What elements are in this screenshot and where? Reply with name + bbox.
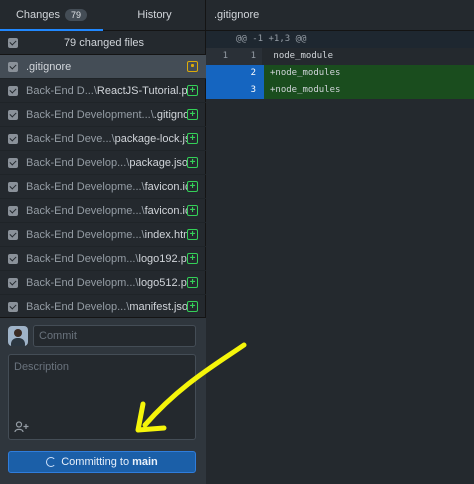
- file-checkbox[interactable]: [8, 85, 18, 96]
- file-row[interactable]: Back-End D...\ReactJS-Tutorial.png +: [0, 79, 206, 103]
- commit-description-placeholder: Description: [14, 361, 70, 373]
- changed-files-header: 79 changed files: [0, 31, 206, 55]
- sync-spinner-icon: [46, 457, 57, 467]
- new-line-number: 3: [234, 82, 262, 99]
- file-checkbox[interactable]: [8, 157, 18, 168]
- file-path: Back-End Developme...\favicon.ico: [26, 180, 187, 193]
- diff-line[interactable]: 2 +node_modules: [206, 65, 474, 82]
- file-row[interactable]: Back-End Developme...\favicon.ico +: [0, 175, 206, 199]
- file-checkbox[interactable]: [8, 301, 18, 312]
- new-line-number: 2: [234, 65, 262, 82]
- file-checkbox[interactable]: [8, 133, 18, 144]
- add-coauthor-icon[interactable]: [14, 421, 30, 433]
- diff-line-text: +node_modules: [262, 65, 474, 82]
- file-checkbox[interactable]: [8, 205, 18, 216]
- modified-status-icon: [187, 61, 198, 72]
- file-row[interactable]: Back-End Developm...\logo192.png +: [0, 247, 206, 271]
- diff-file-header: .gitignore: [206, 0, 474, 31]
- tab-history-label: History: [137, 9, 172, 21]
- diff-line-text: node_module: [268, 51, 334, 61]
- commit-summary-input[interactable]: Commit: [33, 325, 196, 347]
- file-row[interactable]: Back-End Developm...\logo512.png +: [0, 271, 206, 295]
- commit-button[interactable]: Committing to main: [8, 451, 196, 473]
- file-path: Back-End D...\ReactJS-Tutorial.png: [26, 84, 187, 97]
- added-status-icon: +: [187, 133, 198, 144]
- added-status-icon: +: [187, 109, 198, 120]
- file-path: Back-End Development...\.gitignore: [26, 108, 187, 121]
- commit-panel: Commit Description Committing to main: [0, 317, 206, 484]
- file-path: .gitignore: [26, 60, 72, 73]
- commit-button-label: Committing to: [61, 456, 130, 468]
- commit-description-field[interactable]: Description: [8, 354, 196, 440]
- changes-count-badge: 79: [65, 9, 88, 21]
- file-path: Back-End Develop...\manifest.json: [26, 300, 187, 313]
- file-checkbox[interactable]: [8, 229, 18, 240]
- diff-line-text: +node_modules: [262, 82, 474, 99]
- commit-branch-name: main: [132, 456, 158, 468]
- changes-sidebar: Changes 79 History 79 changed files .git…: [0, 0, 206, 484]
- file-path: Back-End Deve...\package-lock.json: [26, 132, 187, 145]
- file-row[interactable]: Back-End Develop...\manifest.json +: [0, 295, 206, 319]
- file-path: Back-End Developm...\logo512.png: [26, 276, 187, 289]
- file-row[interactable]: Back-End Deve...\package-lock.json +: [0, 127, 206, 151]
- avatar: [8, 326, 28, 346]
- added-status-icon: +: [187, 229, 198, 240]
- diff-line[interactable]: 3 +node_modules: [206, 82, 474, 99]
- file-checkbox[interactable]: [8, 181, 18, 192]
- sidebar-tabs: Changes 79 History: [0, 0, 206, 31]
- file-row[interactable]: Back-End Developme...\index.html +: [0, 223, 206, 247]
- tab-history[interactable]: History: [103, 0, 206, 30]
- file-path: Back-End Develop...\package.json: [26, 156, 187, 169]
- diff-line[interactable]: 1 1 node_module: [206, 48, 474, 65]
- commit-summary-placeholder: Commit: [39, 330, 77, 342]
- old-line-number: [206, 82, 234, 99]
- added-status-icon: +: [187, 181, 198, 192]
- added-status-icon: +: [187, 277, 198, 288]
- new-line-number: 1: [234, 48, 262, 65]
- added-status-icon: +: [187, 253, 198, 264]
- select-all-checkbox[interactable]: [8, 37, 18, 48]
- file-row[interactable]: Back-End Developme...\favicon.ico +: [0, 199, 206, 223]
- added-status-icon: +: [187, 301, 198, 312]
- changed-files-count: 79 changed files: [63, 36, 145, 49]
- file-checkbox[interactable]: [8, 253, 18, 264]
- file-checkbox[interactable]: [8, 277, 18, 288]
- file-path: Back-End Developm...\logo192.png: [26, 252, 187, 265]
- diff-panel: .gitignore @@ -1 +1,3 @@ 1 1 node_module…: [206, 0, 474, 484]
- added-status-icon: +: [187, 205, 198, 216]
- file-row[interactable]: Back-End Develop...\package.json +: [0, 151, 206, 175]
- file-row[interactable]: .gitignore: [0, 55, 206, 79]
- changed-files-list: .gitignore Back-End D...\ReactJS-Tutoria…: [0, 55, 206, 319]
- file-path: Back-End Developme...\favicon.ico: [26, 204, 187, 217]
- diff-file-name: .gitignore: [214, 9, 260, 21]
- added-status-icon: +: [187, 157, 198, 168]
- diff-hunk-header: @@ -1 +1,3 @@: [206, 31, 474, 48]
- hunk-header-text: @@ -1 +1,3 @@: [236, 34, 307, 44]
- diff-view: @@ -1 +1,3 @@ 1 1 node_module 2 +node_mo…: [206, 31, 474, 99]
- tab-changes-label: Changes: [15, 9, 61, 21]
- tab-changes[interactable]: Changes 79: [0, 0, 103, 31]
- file-row[interactable]: Back-End Development...\.gitignore +: [0, 103, 206, 127]
- old-line-number: [206, 65, 234, 82]
- file-checkbox[interactable]: [8, 109, 18, 120]
- added-status-icon: +: [187, 85, 198, 96]
- file-checkbox[interactable]: [8, 61, 18, 72]
- old-line-number: 1: [206, 48, 234, 65]
- file-path: Back-End Developme...\index.html: [26, 228, 187, 241]
